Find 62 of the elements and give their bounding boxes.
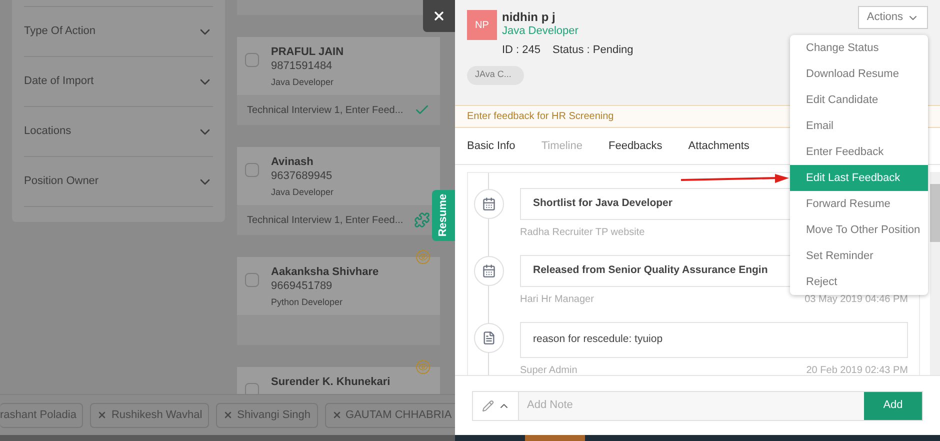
candidate-role: Python Developer: [271, 296, 344, 309]
avatar: NP: [467, 10, 497, 40]
chip-label: rashant Poladia: [0, 408, 76, 423]
candidate-name: Aakanksha Shivhare: [271, 265, 379, 279]
close-icon: [432, 9, 446, 23]
close-button[interactable]: [423, 0, 455, 32]
menu-item[interactable]: Move To Other Position: [790, 217, 928, 243]
checkbox[interactable]: [245, 53, 259, 67]
menu-item[interactable]: Change Status: [790, 35, 928, 61]
stage-text: Technical Interview 1, Enter Feed...: [247, 104, 404, 118]
candidate-name: nidhin p j: [502, 10, 556, 24]
timeline-time: 03 May 2019 04:46 PM: [804, 293, 908, 307]
candidate-phone: 9637689945: [271, 169, 334, 183]
remove-icon[interactable]: [332, 410, 342, 420]
filter-dropdown[interactable]: Locations: [24, 107, 213, 157]
timeline-author: Hari Hr Manager: [520, 293, 594, 307]
remove-icon[interactable]: [97, 410, 108, 420]
filter-chip[interactable]: rashant Poladia: [0, 402, 84, 428]
candidate-phone: 9871591484: [271, 59, 334, 73]
filter-chip[interactable]: Rushikesh Wavhal: [90, 402, 210, 428]
candidate-card[interactable]: Aakanksha Shivhare 9669451789 Python Developer: [237, 257, 440, 315]
chip-label: GAUTAM CHHABRIA: [346, 408, 452, 423]
menu-item[interactable]: Edit Last Feedback: [790, 165, 928, 191]
candidate-status: Status : Pending: [552, 43, 634, 58]
calendar-icon: [482, 197, 496, 211]
candidate-role: Java Developer: [271, 76, 335, 89]
timeline-card: reason for rescedule: tyuiop: [520, 322, 908, 358]
tab[interactable]: Attachments: [688, 138, 750, 154]
candidate-card[interactable]: Surender K. Khunekari: [237, 367, 440, 394]
menu-item[interactable]: Enter Feedback: [790, 139, 928, 165]
candidate-id: ID : 245: [502, 43, 541, 58]
tag: JAva C...: [467, 66, 524, 84]
scrollbar[interactable]: [930, 172, 940, 375]
filter-dropdown[interactable]: Date of Import: [24, 57, 213, 107]
remove-icon[interactable]: [223, 410, 234, 420]
timeline-author: Super Admin: [520, 364, 578, 375]
candidate-name: Avinash: [271, 155, 314, 169]
document-icon: [482, 331, 496, 345]
candidate-name: Surender K. Khunekari: [271, 375, 390, 389]
chip-label: Shivangi Singh: [237, 408, 311, 423]
checkbox[interactable]: [245, 273, 259, 287]
candidate-name: PRAFUL JAIN: [271, 45, 344, 59]
tab[interactable]: Feedbacks: [608, 138, 662, 154]
stage-text: Technical Interview 1, Enter Feed...: [247, 214, 404, 228]
checkbox[interactable]: [245, 163, 259, 177]
candidate-role: Java Developer: [502, 24, 580, 38]
candidate-card[interactable]: PRAFUL JAIN 9871591484 Java Developer: [237, 37, 440, 95]
timeline-time: 20 Feb 2019 02:43 PM: [806, 364, 908, 375]
filter-dropdown[interactable]: Type Of Action: [24, 7, 213, 57]
filter-chip[interactable]: Shivangi Singh: [216, 402, 318, 428]
tab[interactable]: Timeline: [541, 138, 582, 154]
calendar-icon: [482, 264, 496, 278]
resume-tab[interactable]: Resume: [432, 190, 455, 241]
candidate-phone: 9669451789: [271, 279, 334, 293]
timeline-author: Radha Recruiter TP website: [520, 226, 645, 240]
chip-label: Rushikesh Wavhal: [111, 408, 202, 423]
tab[interactable]: Basic Info: [467, 138, 516, 154]
filter-dropdown[interactable]: Position Owner: [24, 157, 213, 207]
candidate-role: Java Developer: [271, 186, 334, 199]
menu-item[interactable]: Download Resume: [790, 61, 928, 87]
candidate-card[interactable]: Avinash 9637689945 Java Developer: [237, 147, 440, 205]
actions-button[interactable]: Actions: [858, 6, 928, 29]
